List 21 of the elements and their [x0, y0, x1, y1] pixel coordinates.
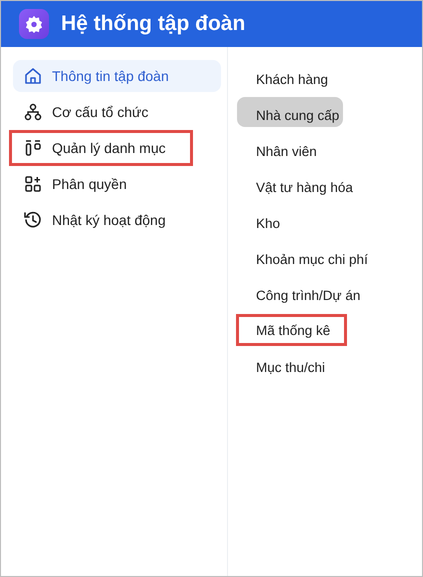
gear-icon [19, 9, 49, 39]
home-icon [23, 66, 43, 86]
submenu-item[interactable]: Kho [236, 205, 298, 241]
hierarchy-icon [23, 102, 43, 122]
menu-item[interactable]: Thông tin tập đoàn [13, 60, 221, 92]
columns-icon [23, 138, 43, 158]
menu-item[interactable]: Nhật ký hoạt động [13, 204, 221, 236]
submenu-item[interactable]: Mã thống kê [236, 314, 348, 346]
submenu-item[interactable]: Khách hàng [236, 61, 346, 97]
menu-item[interactable]: Cơ cấu tổ chức [13, 96, 221, 128]
menu-item[interactable]: Phân quyền [13, 168, 221, 200]
submenu-item[interactable]: Nhà cung cấp [236, 97, 356, 133]
history-icon [23, 210, 43, 230]
app-title: Hệ thống tập đoàn [61, 12, 246, 36]
submenu-item[interactable]: Vật tư hàng hóa [236, 169, 370, 205]
submenu-item[interactable]: Nhân viên [236, 133, 334, 169]
submenu-item[interactable]: Mục thu/chi [236, 349, 342, 385]
grid-plus-icon [23, 174, 43, 194]
submenu-item[interactable]: Khoản mục chi phí [236, 241, 385, 277]
menu-item[interactable]: Quản lý danh mục [9, 130, 193, 166]
submenu-item[interactable]: Công trình/Dự án [236, 277, 378, 313]
